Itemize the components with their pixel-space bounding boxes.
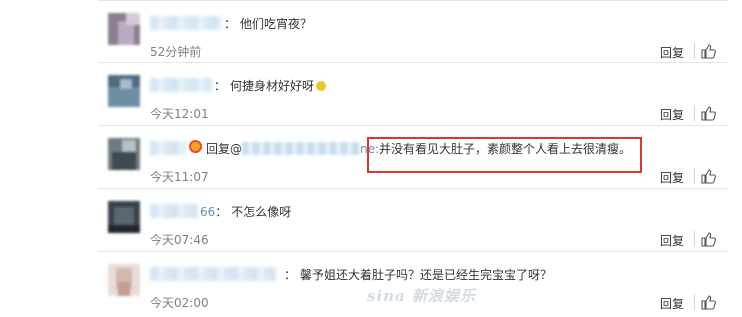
avatar[interactable] — [108, 264, 140, 296]
thumbs-up-icon[interactable] — [700, 294, 716, 310]
comment-item: ：何捷身材好好呀 今天12:01 回复 — [98, 63, 728, 126]
action-divider — [694, 168, 695, 184]
avatar[interactable] — [108, 13, 140, 45]
avatar[interactable] — [108, 201, 140, 233]
comment-time: 今天11:07 — [150, 170, 209, 184]
thumbs-up-icon[interactable] — [700, 168, 716, 184]
comment-item: ：他们吃宵夜？ 52分钟前 回复 — [98, 0, 728, 63]
username-blurred[interactable] — [150, 16, 222, 30]
thumbs-up-icon[interactable] — [700, 43, 716, 59]
comment-time: 今天12:01 — [150, 107, 209, 121]
watermark-logo: sina 新浪娱乐 — [367, 287, 476, 305]
highlight-box — [367, 137, 642, 173]
name-colon: ： — [215, 205, 228, 219]
comment-time: 今天07:46 — [150, 233, 209, 247]
username-blurred[interactable] — [150, 78, 212, 92]
avatar[interactable] — [108, 75, 140, 107]
reply-button[interactable]: 回复 — [660, 295, 684, 312]
comment-item: 66： 不怎么像呀 今天07:46 回复 — [98, 189, 728, 252]
comment-text: 不怎么像呀 — [231, 205, 292, 219]
thumbs-up-icon[interactable] — [700, 105, 716, 121]
name-colon: ： — [284, 268, 297, 282]
avatar[interactable] — [108, 138, 140, 170]
action-divider — [694, 231, 695, 247]
username-blurred[interactable] — [150, 267, 276, 281]
comment-time: 今天02:00 — [150, 296, 209, 310]
thumbs-up-icon[interactable] — [700, 231, 716, 247]
reply-button[interactable]: 回复 — [660, 169, 684, 186]
action-divider — [694, 294, 695, 310]
smile-emoji-icon — [316, 81, 327, 91]
reply-button[interactable]: 回复 — [660, 44, 684, 61]
mention-link-blurred[interactable] — [242, 142, 361, 155]
comment-text: 他们吃宵夜？ — [240, 17, 313, 31]
username-tail[interactable]: 66 — [200, 205, 215, 219]
username-blurred[interactable] — [150, 141, 186, 155]
reply-prefix: 回复@ — [206, 142, 243, 156]
name-colon: ： — [224, 17, 237, 31]
reply-button[interactable]: 回复 — [660, 106, 684, 123]
name-colon: ： — [214, 79, 227, 93]
comment-text: 馨予姐还大着肚子吗？还是已经生完宝宝了呀？ — [300, 268, 553, 282]
comment-time: 52分钟前 — [150, 45, 202, 59]
reply-button[interactable]: 回复 — [660, 232, 684, 249]
action-divider — [694, 105, 695, 121]
username-blurred[interactable] — [150, 204, 198, 218]
action-divider — [694, 43, 695, 59]
comment-text: 何捷身材好好呀 — [230, 79, 315, 93]
crown-badge-icon — [189, 140, 202, 153]
